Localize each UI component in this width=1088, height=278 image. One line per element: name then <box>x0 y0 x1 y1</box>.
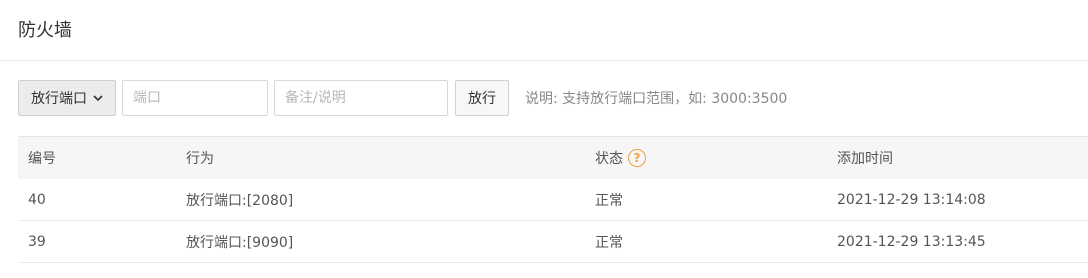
column-header-id: 编号 <box>28 151 56 167</box>
firewall-toolbar: 放行端口 放行 说明: 支持放行端口范围，如: 3000:3500 <box>18 80 787 116</box>
column-header-added-time: 添加时间 <box>837 151 893 167</box>
cell-action: 放行端口:[9090] <box>186 234 294 251</box>
column-header-action: 行为 <box>186 151 214 167</box>
firewall-rules-table: 编号 行为 状态 ? 添加时间 40 放行端口:[2080] 正常 2021-1… <box>18 136 1088 263</box>
table-row: 39 放行端口:[9090] 正常 2021-12-29 13:13:45 <box>18 221 1088 263</box>
port-range-hint: 说明: 支持放行端口范围，如: 3000:3500 <box>525 91 788 107</box>
note-input[interactable] <box>274 80 448 116</box>
column-header-status: 状态 ? <box>581 148 823 168</box>
chevron-down-icon <box>93 94 103 102</box>
title-divider <box>0 60 1088 61</box>
table-row: 40 放行端口:[2080] 正常 2021-12-29 13:14:08 <box>18 179 1088 221</box>
port-input[interactable] <box>122 80 268 116</box>
allow-button[interactable]: 放行 <box>455 80 509 116</box>
cell-id: 39 <box>28 233 46 250</box>
table-header: 编号 行为 状态 ? 添加时间 <box>18 137 1088 179</box>
cell-id: 40 <box>28 191 46 208</box>
question-circle-icon[interactable]: ? <box>628 149 646 167</box>
rule-type-select[interactable]: 放行端口 <box>18 80 116 116</box>
column-header-status-label: 状态 <box>595 151 623 167</box>
cell-status: 正常 <box>595 234 623 251</box>
rule-type-select-value: 放行端口 <box>31 91 87 107</box>
cell-status: 正常 <box>595 192 623 209</box>
cell-action: 放行端口:[2080] <box>186 192 294 209</box>
page-title: 防火墙 <box>18 20 72 41</box>
cell-added-time: 2021-12-29 13:13:45 <box>837 233 986 250</box>
cell-added-time: 2021-12-29 13:14:08 <box>837 191 986 208</box>
